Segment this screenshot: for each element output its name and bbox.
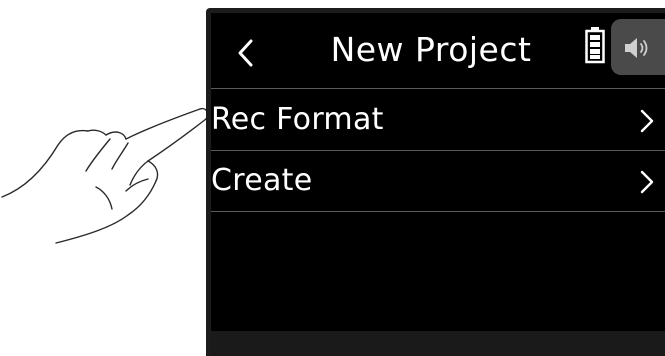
device-frame: New Project Rec Format Create bbox=[206, 8, 665, 356]
chevron-right-icon bbox=[640, 109, 654, 133]
menu-item-label: Rec Format bbox=[211, 102, 384, 137]
speaker-icon bbox=[625, 38, 648, 58]
page-title: New Project bbox=[330, 30, 532, 69]
chevron-left-icon[interactable] bbox=[233, 33, 261, 73]
pointing-hand-icon bbox=[1, 107, 209, 244]
menu-item-create[interactable]: Create bbox=[211, 151, 665, 212]
menu-item-label: Create bbox=[211, 163, 313, 198]
screen: New Project Rec Format Create bbox=[211, 13, 665, 356]
battery-icon bbox=[585, 27, 605, 64]
footer-bar bbox=[211, 331, 665, 356]
speaker-button[interactable] bbox=[611, 19, 665, 75]
chevron-right-icon bbox=[640, 170, 654, 194]
header-bar: New Project bbox=[211, 13, 665, 89]
menu-item-rec-format[interactable]: Rec Format bbox=[211, 90, 665, 151]
stage: New Project Rec Format Create bbox=[0, 0, 665, 356]
